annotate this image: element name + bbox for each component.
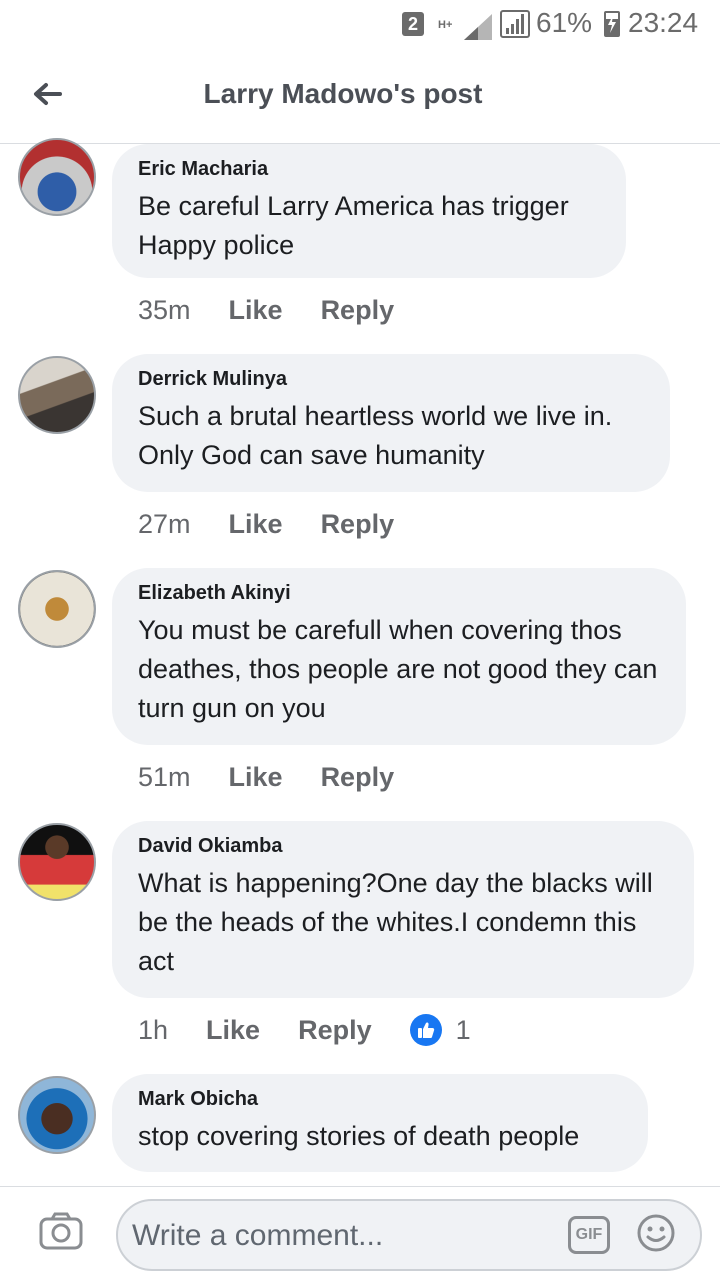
reply-button[interactable]: Reply xyxy=(298,1015,372,1046)
comment-time: 51m xyxy=(138,761,191,792)
status-bar: 2 H+ 61% 23:24 xyxy=(0,0,720,48)
smiley-icon xyxy=(637,1214,675,1252)
reply-button[interactable]: Reply xyxy=(321,762,395,793)
reaction-count: 1 xyxy=(455,1014,471,1045)
comment-author[interactable]: Mark Obicha xyxy=(138,1088,622,1111)
comment-bubble[interactable]: Derrick Mulinya Such a brutal heartless … xyxy=(112,354,670,492)
comment-actions: 1h Like Reply 1 xyxy=(138,1010,471,1050)
comment-author[interactable]: Elizabeth Akinyi xyxy=(138,582,660,605)
comment-time: 35m xyxy=(138,294,191,325)
comment-composer: GIF xyxy=(0,1186,720,1280)
thumbs-up-icon xyxy=(409,1014,442,1046)
comment-text: stop covering stories of death people xyxy=(138,1121,580,1151)
comment-bubble[interactable]: David Okiamba What is happening?One day … xyxy=(112,821,694,998)
avatar[interactable] xyxy=(18,1076,96,1154)
gif-button[interactable]: GIF xyxy=(568,1216,610,1254)
like-button[interactable]: Like xyxy=(229,762,283,793)
comment-time: 27m xyxy=(138,508,191,539)
page-title: Larry Madowo's post xyxy=(203,78,483,109)
comment-text: Such a brutal heartless world we live in… xyxy=(138,401,613,470)
comment-bubble[interactable]: Elizabeth Akinyi You must be carefull wh… xyxy=(112,568,686,745)
signal-icon xyxy=(464,12,492,42)
avatar[interactable] xyxy=(18,570,96,648)
avatar[interactable] xyxy=(18,138,96,216)
comment-author[interactable]: David Okiamba xyxy=(138,835,668,858)
like-button[interactable]: Like xyxy=(229,295,283,326)
like-button[interactable]: Like xyxy=(229,509,283,540)
comment-author[interactable]: Eric Macharia xyxy=(138,158,600,181)
comment-bubble[interactable]: Eric Macharia Be careful Larry America h… xyxy=(112,144,626,278)
comment-text: Be careful Larry America has trigger Hap… xyxy=(138,191,569,260)
network-type: H+ xyxy=(438,19,453,31)
comment-input[interactable] xyxy=(132,1211,552,1261)
emoji-button[interactable] xyxy=(636,1213,676,1253)
comment-bubble[interactable]: Mark Obicha stop covering stories of dea… xyxy=(112,1074,648,1172)
battery-charging-icon xyxy=(604,11,620,37)
comment-input-container[interactable]: GIF xyxy=(116,1199,702,1271)
signal-strength-icon xyxy=(500,10,530,38)
comment-author[interactable]: Derrick Mulinya xyxy=(138,368,644,391)
sim-badge: 2 xyxy=(402,12,424,36)
camera-button[interactable] xyxy=(38,1211,84,1251)
camera-icon xyxy=(39,1212,83,1250)
reply-button[interactable]: Reply xyxy=(321,509,395,540)
comment-actions: 27m Like Reply xyxy=(138,504,432,544)
comment-text: What is happening?One day the blacks wil… xyxy=(138,868,653,976)
clock: 23:24 xyxy=(628,7,699,38)
avatar[interactable] xyxy=(18,823,96,901)
like-button[interactable]: Like xyxy=(206,1015,260,1046)
comment-text: You must be carefull when covering thos … xyxy=(138,615,658,723)
battery-percent: 61% xyxy=(536,7,593,38)
comment-actions: 35m Like Reply xyxy=(138,290,432,330)
comment-time: 1h xyxy=(138,1014,169,1045)
reply-button[interactable]: Reply xyxy=(321,295,395,326)
reaction-summary[interactable]: 1 xyxy=(409,1014,471,1046)
comment-actions: 51m Like Reply xyxy=(138,757,432,797)
avatar[interactable] xyxy=(18,356,96,434)
app-header: Larry Madowo's post xyxy=(0,48,720,144)
